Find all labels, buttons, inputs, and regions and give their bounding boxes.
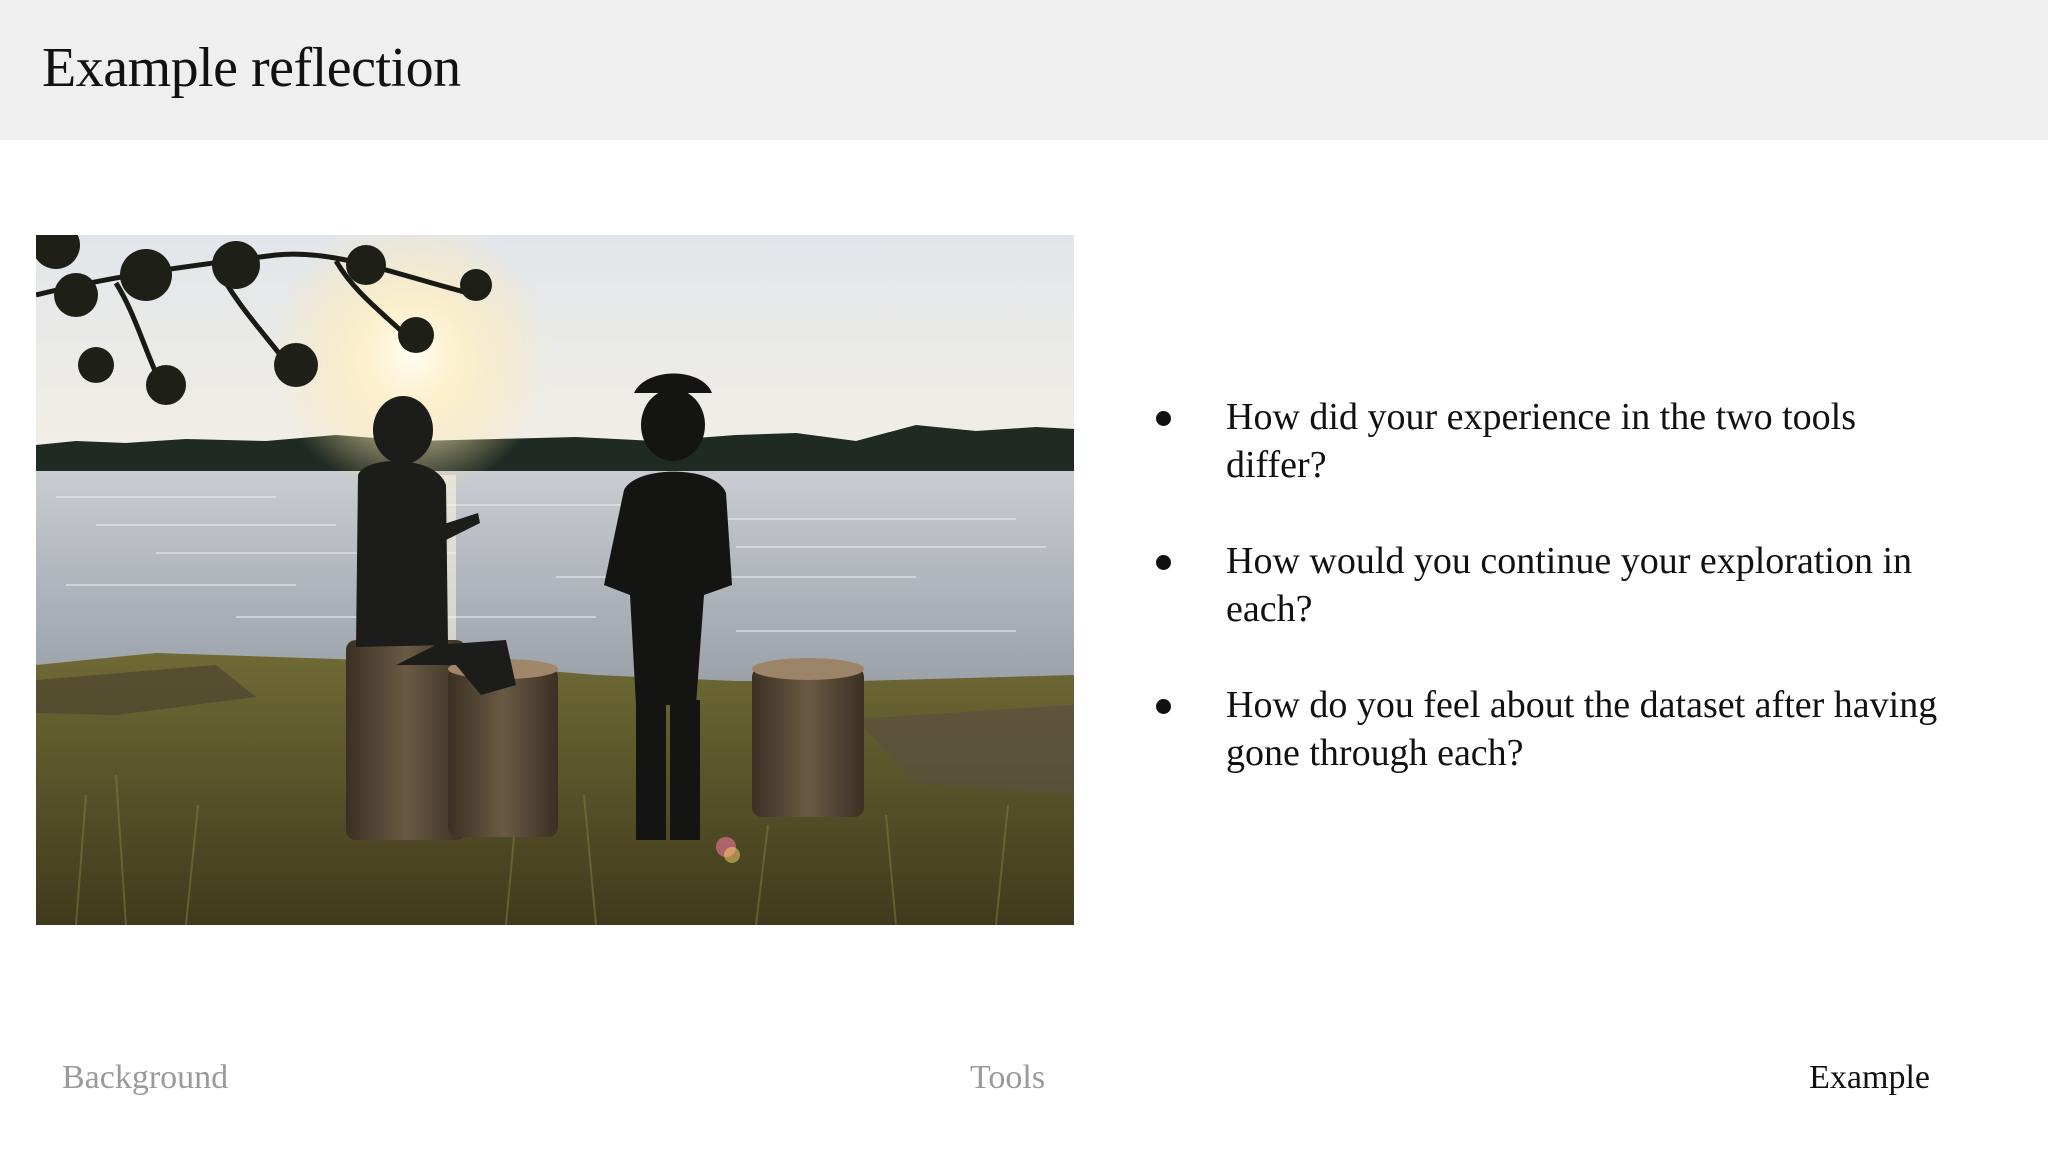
nav-link-tools[interactable]: Tools [970, 1054, 1045, 1102]
question-text: How did your experience in the two tools… [1226, 396, 1857, 486]
nav-link-background[interactable]: Background [62, 1054, 228, 1102]
nav-link-example[interactable]: Example [1809, 1054, 1930, 1102]
reflection-questions-list: How did your experience in the two tools… [1150, 393, 1950, 825]
title-bar: Example reflection [0, 0, 2048, 140]
bullet-dot-icon [1156, 411, 1171, 426]
question-text: How do you feel about the dataset after … [1226, 684, 1938, 774]
bullet-dot-icon [1156, 699, 1171, 714]
two-people-by-lake-photo [36, 235, 1074, 925]
bullet-dot-icon [1156, 555, 1171, 570]
slide-title: Example reflection [42, 37, 461, 99]
list-item: How do you feel about the dataset after … [1150, 681, 1950, 777]
list-item: How did your experience in the two tools… [1150, 393, 1950, 489]
question-text: How would you continue your exploration … [1226, 540, 1913, 630]
list-item: How would you continue your exploration … [1150, 537, 1950, 633]
